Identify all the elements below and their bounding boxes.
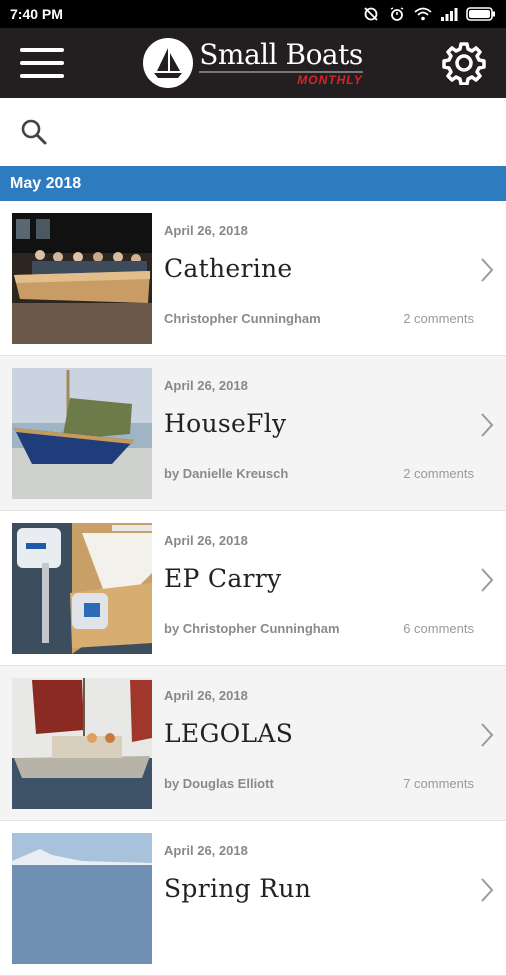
gear-icon[interactable] bbox=[442, 41, 486, 85]
article-author: by Danielle Kreusch bbox=[164, 466, 289, 481]
sync-off-icon bbox=[364, 7, 378, 21]
article-comments[interactable]: 6 comments bbox=[403, 621, 474, 636]
article-thumbnail bbox=[12, 368, 152, 499]
app-title: Small Boats bbox=[199, 37, 363, 71]
article-title: LEGOLAS bbox=[164, 719, 294, 748]
article-comments[interactable]: 7 comments bbox=[403, 776, 474, 791]
article-author: by Christopher Cunningham bbox=[164, 621, 340, 636]
app-bar: Small Boats MONTHLY bbox=[0, 28, 506, 98]
month-section-header: May 2018 bbox=[0, 166, 506, 201]
chevron-right-icon bbox=[481, 258, 494, 282]
article-date: April 26, 2018 bbox=[164, 378, 248, 393]
alarm-icon bbox=[390, 7, 404, 21]
sailboat-logo-icon bbox=[143, 38, 194, 88]
article-comments[interactable]: 2 comments bbox=[403, 466, 474, 481]
signal-icon bbox=[441, 8, 458, 21]
article-thumbnail bbox=[12, 833, 152, 964]
article-title: EP Carry bbox=[164, 564, 282, 593]
wifi-icon bbox=[414, 7, 432, 21]
article-date: April 26, 2018 bbox=[164, 223, 248, 238]
list-item[interactable]: April 26, 2018 EP Carry by Christopher C… bbox=[0, 511, 506, 666]
article-title: Catherine bbox=[164, 254, 293, 283]
list-item[interactable]: April 26, 2018 Catherine Christopher Cun… bbox=[0, 201, 506, 356]
status-icons bbox=[362, 7, 496, 21]
battery-icon bbox=[466, 7, 495, 21]
search-icon[interactable] bbox=[20, 118, 48, 146]
search-bar[interactable] bbox=[0, 98, 506, 166]
article-author: Christopher Cunningham bbox=[164, 311, 321, 326]
status-time: 7:40 PM bbox=[10, 6, 63, 22]
app-logo: Small Boats MONTHLY bbox=[143, 37, 363, 88]
article-author: by Douglas Elliott bbox=[164, 776, 274, 791]
chevron-right-icon bbox=[481, 568, 494, 592]
article-title: Spring Run bbox=[164, 874, 312, 903]
chevron-right-icon bbox=[481, 723, 494, 747]
article-thumbnail bbox=[12, 678, 152, 809]
list-item[interactable]: April 26, 2018 LEGOLAS by Douglas Elliot… bbox=[0, 666, 506, 821]
article-thumbnail bbox=[12, 523, 152, 654]
article-comments[interactable]: 2 comments bbox=[403, 311, 474, 326]
article-date: April 26, 2018 bbox=[164, 533, 248, 548]
article-date: April 26, 2018 bbox=[164, 688, 248, 703]
list-item[interactable]: April 26, 2018 Spring Run bbox=[0, 821, 506, 976]
chevron-right-icon bbox=[481, 413, 494, 437]
app-subtitle: MONTHLY bbox=[199, 70, 363, 86]
chevron-right-icon bbox=[481, 878, 494, 902]
article-list: April 26, 2018 Catherine Christopher Cun… bbox=[0, 201, 506, 976]
list-item[interactable]: April 26, 2018 HouseFly by Danielle Kreu… bbox=[0, 356, 506, 511]
article-date: April 26, 2018 bbox=[164, 843, 248, 858]
hamburger-icon[interactable] bbox=[20, 48, 64, 78]
article-thumbnail bbox=[12, 213, 152, 344]
article-title: HouseFly bbox=[164, 409, 287, 438]
status-bar: 7:40 PM bbox=[0, 0, 506, 28]
